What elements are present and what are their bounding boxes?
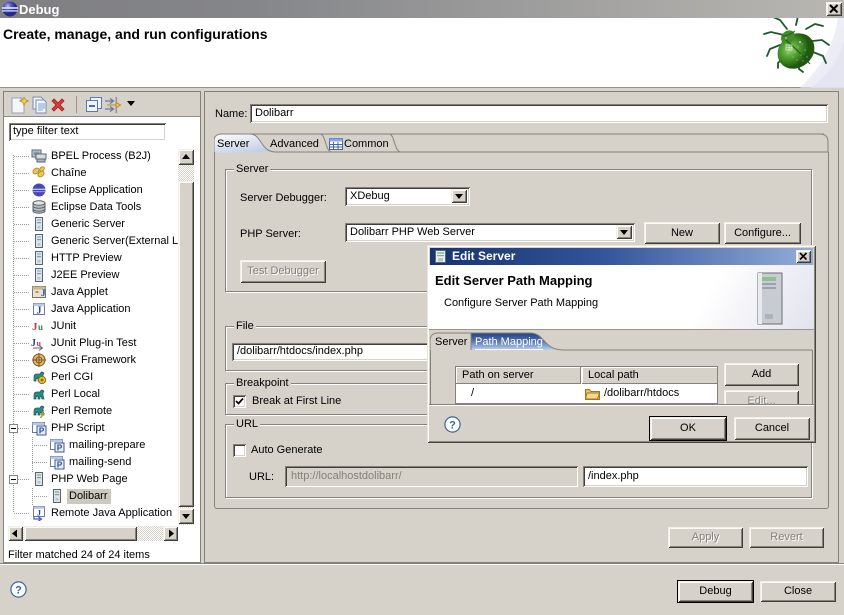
svg-text:?: ?	[15, 584, 22, 596]
svg-text:J: J	[37, 509, 41, 518]
svg-text:J: J	[37, 306, 42, 317]
svg-text:P: P	[57, 461, 63, 470]
svg-text:u: u	[38, 322, 43, 332]
svg-text:P: P	[57, 444, 63, 453]
svg-text:J: J	[31, 338, 36, 349]
svg-text:J: J	[41, 288, 46, 298]
svg-text:?: ?	[449, 419, 456, 431]
svg-text:P: P	[39, 427, 45, 436]
